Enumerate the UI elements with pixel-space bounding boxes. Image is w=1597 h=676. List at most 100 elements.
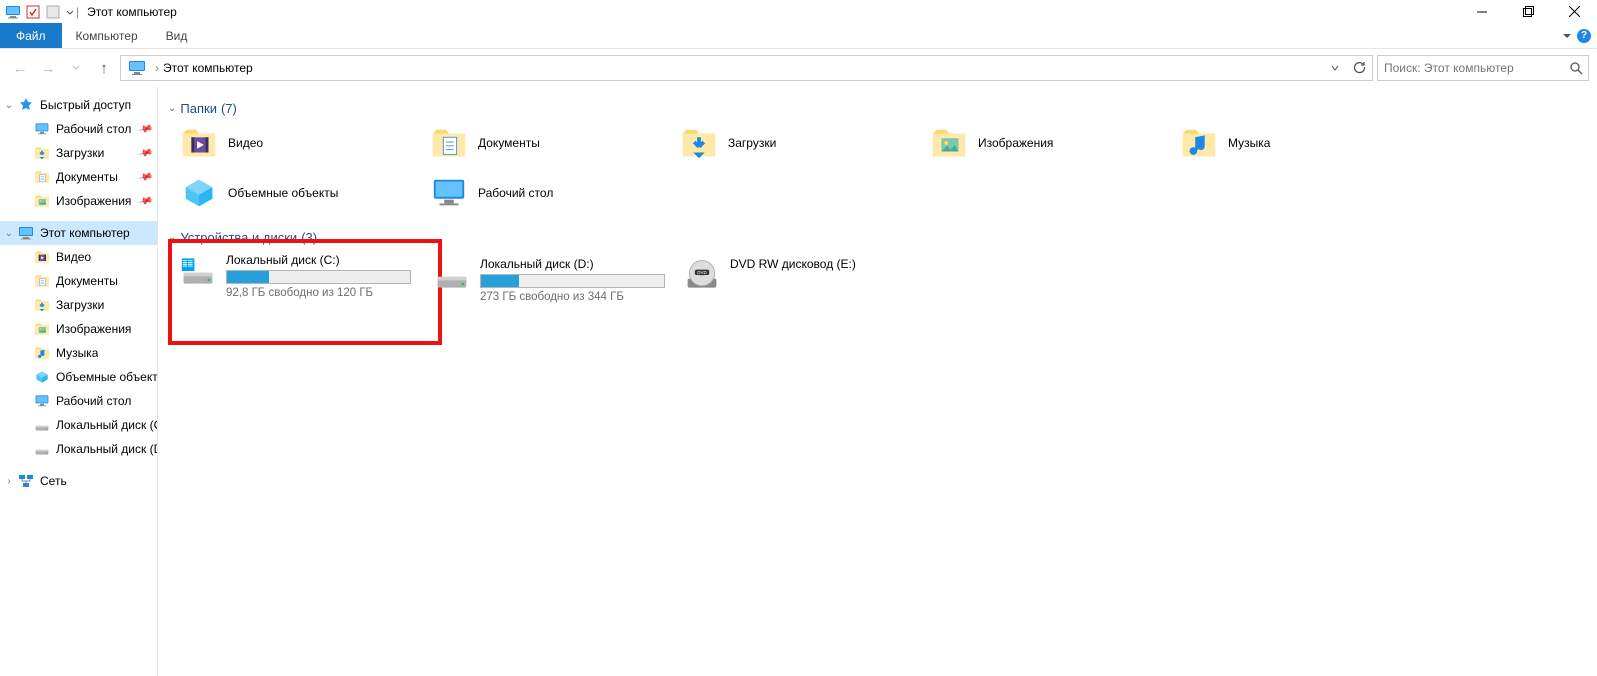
drive-subtext: 273 ГБ свободно из 344 ГБ: [480, 291, 676, 303]
qat-properties-icon[interactable]: [24, 3, 42, 21]
forward-button[interactable]: →: [36, 56, 60, 80]
up-button[interactable]: ↑: [92, 56, 116, 80]
breadcrumb[interactable]: Этот компьютер: [163, 61, 253, 75]
close-button[interactable]: [1551, 0, 1597, 23]
tree-pc-item[interactable]: Музыка: [0, 341, 157, 365]
tree-label: Рабочий стол: [56, 122, 131, 136]
star-icon: [18, 97, 34, 113]
drive-usage-bar: [480, 274, 665, 288]
folder-label: Рабочий стол: [478, 186, 553, 200]
folder-label: Видео: [228, 136, 263, 150]
folder-label: Документы: [478, 136, 540, 150]
pin-icon: 📌: [137, 169, 153, 185]
qat-new-folder-icon[interactable]: [44, 3, 62, 21]
group-header-folders[interactable]: ⌄ Папки (7): [168, 101, 1587, 116]
tree-pc-item[interactable]: Загрузки: [0, 293, 157, 317]
expand-icon[interactable]: ›: [4, 476, 14, 487]
tree-label: Документы: [56, 170, 118, 184]
folder-item[interactable]: Видео: [180, 124, 430, 162]
tree-label: Загрузки: [56, 298, 104, 312]
folder-item[interactable]: Изображения: [930, 124, 1180, 162]
folder-item[interactable]: Рабочий стол: [430, 174, 680, 212]
tree-pc-item[interactable]: Рабочий стол: [0, 389, 157, 413]
address-bar[interactable]: › Этот компьютер: [120, 55, 1373, 81]
tree-quick-item[interactable]: Изображения 📌: [0, 189, 157, 213]
tree-quick-item[interactable]: Рабочий стол📌: [0, 117, 157, 141]
documents-icon: [430, 124, 468, 162]
tree-quick-item[interactable]: Документы 📌: [0, 165, 157, 189]
drive-subtext: 92,8 ГБ свободно из 120 ГБ: [226, 287, 430, 299]
navigation-tree: ⌄ Быстрый доступ Рабочий стол📌Загрузки📌Д…: [0, 87, 158, 676]
tree-label: Изображения: [56, 194, 131, 208]
expand-icon[interactable]: ⌄: [4, 228, 14, 239]
tree-label: Быстрый доступ: [40, 98, 131, 112]
search-input[interactable]: [1378, 61, 1564, 75]
search-box[interactable]: [1377, 55, 1589, 81]
drive-item[interactable]: Локальный диск (C:) 92,8 ГБ свободно из 1…: [174, 245, 436, 339]
maximize-button[interactable]: [1505, 0, 1551, 23]
drive-icon: [34, 441, 50, 457]
drive-label: Локальный диск (C:): [226, 253, 430, 267]
tree-quick-item[interactable]: Загрузки📌: [0, 141, 157, 165]
address-dropdown-icon[interactable]: [1324, 57, 1346, 79]
drive-item[interactable]: Локальный диск (D:)273 ГБ свободно из 34…: [430, 253, 680, 331]
expand-icon[interactable]: ⌄: [4, 100, 14, 111]
tree-label: Локальный диск (C: [56, 418, 157, 432]
chevron-down-icon: ⌄: [168, 232, 176, 243]
drive-icon: [434, 257, 470, 293]
tree-pc-item[interactable]: Документы: [0, 269, 157, 293]
help-icon[interactable]: ?: [1577, 29, 1591, 43]
recent-dropdown[interactable]: [64, 56, 88, 80]
downloads-icon: [680, 124, 718, 162]
computer-icon: [127, 58, 147, 78]
folder-item[interactable]: Документы: [430, 124, 680, 162]
tab-computer[interactable]: Компьютер: [62, 23, 152, 48]
minimize-button[interactable]: [1459, 0, 1505, 23]
folder-item[interactable]: Музыка: [1180, 124, 1430, 162]
tree-label: Сеть: [40, 474, 67, 488]
folder-label: Изображения: [978, 136, 1053, 150]
folder-item[interactable]: Загрузки: [680, 124, 930, 162]
folder-item[interactable]: Объемные объекты: [180, 174, 430, 212]
objects3d-icon: [180, 174, 218, 212]
refresh-button[interactable]: [1348, 57, 1370, 79]
tree-label: Объемные объекты: [56, 370, 157, 384]
tree-label: Локальный диск (D: [56, 442, 157, 456]
ribbon-collapse-icon[interactable]: [1563, 34, 1571, 38]
computer-icon: [4, 3, 22, 21]
group-title: Папки: [180, 101, 217, 116]
tab-view[interactable]: Вид: [152, 23, 202, 48]
drive-icon: [34, 417, 50, 433]
folder-label: Музыка: [1228, 136, 1270, 150]
downloads-icon: [34, 297, 50, 313]
tree-label: Загрузки: [56, 146, 104, 160]
title-bar: | Этот компьютер: [0, 0, 1597, 23]
ribbon: Файл Компьютер Вид ?: [0, 23, 1597, 49]
pin-icon: 📌: [137, 193, 153, 209]
folder-label: Объемные объекты: [228, 186, 338, 200]
tree-quick-access[interactable]: ⌄ Быстрый доступ: [0, 93, 157, 117]
navigation-bar: ← → ↑ › Этот компьютер: [0, 49, 1597, 87]
tree-pc-item[interactable]: Видео: [0, 245, 157, 269]
network-icon: [18, 473, 34, 489]
group-header-drives[interactable]: ⌄ Устройства и диски (3): [168, 230, 1587, 245]
tree-label: Документы: [56, 274, 118, 288]
group-count: (7): [221, 101, 237, 116]
tree-this-pc[interactable]: ⌄ Этот компьютер: [0, 221, 157, 245]
music-icon: [34, 345, 50, 361]
tree-pc-item[interactable]: Локальный диск (C: [0, 413, 157, 437]
desktop-icon: [34, 121, 50, 137]
tree-pc-item[interactable]: Изображения: [0, 317, 157, 341]
qat-dropdown-icon[interactable]: [66, 4, 74, 20]
tree-label: Изображения: [56, 322, 131, 336]
tree-pc-item[interactable]: Локальный диск (D: [0, 437, 157, 461]
tree-pc-item[interactable]: Объемные объекты: [0, 365, 157, 389]
tree-network[interactable]: › Сеть: [0, 469, 157, 493]
drive-item[interactable]: DVDDVD RW дисковод (E:): [680, 253, 930, 331]
file-tab[interactable]: Файл: [0, 23, 62, 48]
search-icon[interactable]: [1564, 56, 1588, 80]
documents-icon: [34, 169, 50, 185]
back-button[interactable]: ←: [8, 56, 32, 80]
drive-c-icon: [180, 253, 216, 289]
breadcrumb-separator[interactable]: ›: [155, 61, 159, 75]
